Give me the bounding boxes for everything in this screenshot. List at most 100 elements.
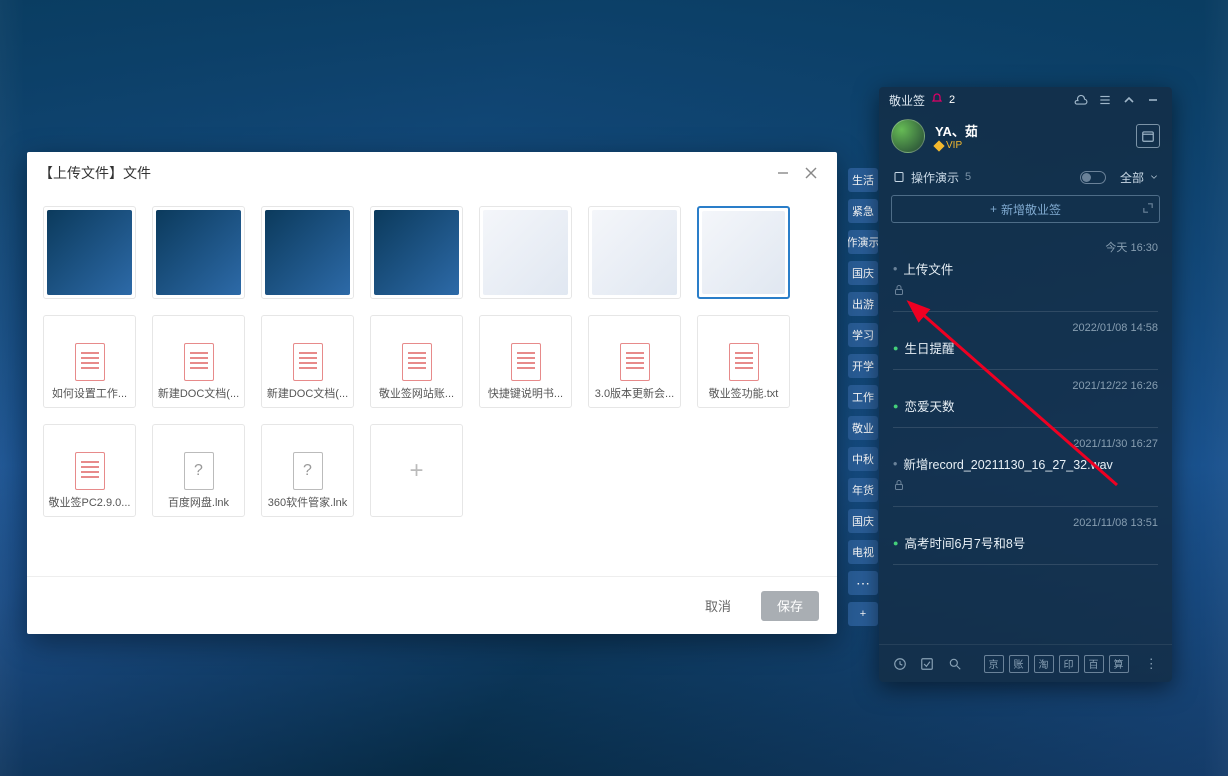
category-tag[interactable]: 年货 <box>848 478 878 502</box>
category-tag[interactable]: 生活 <box>848 168 878 192</box>
file-tile[interactable]: 新建DOC文档(... <box>152 315 245 408</box>
category-tag[interactable]: 国庆 <box>848 261 878 285</box>
document-icon <box>729 343 759 381</box>
footer-shortcut[interactable]: 百 <box>1084 655 1104 673</box>
note-timestamp: 2022/01/08 14:58 <box>893 322 1158 334</box>
file-tile[interactable]: 如何设置工作... <box>43 315 136 408</box>
add-tag-button[interactable]: + <box>848 602 878 626</box>
category-tag[interactable]: 紧急 <box>848 199 878 223</box>
file-tile[interactable]: 3.0版本更新会... <box>588 315 681 408</box>
thumbnail <box>47 210 132 295</box>
clock-icon[interactable] <box>891 654 909 674</box>
add-note-button[interactable]: + 新增敬业签 <box>891 195 1160 223</box>
category-tag[interactable]: 出游 <box>848 292 878 316</box>
file-tile[interactable] <box>479 206 572 299</box>
note-title: ●恋爱天数 <box>893 396 1158 415</box>
thumbnail <box>483 210 568 295</box>
document-icon <box>511 343 541 381</box>
file-tile[interactable] <box>588 206 681 299</box>
note-title: •上传文件 <box>893 259 1158 278</box>
collapse-icon[interactable] <box>1120 91 1138 109</box>
avatar[interactable] <box>891 119 925 153</box>
file-tile[interactable] <box>370 206 463 299</box>
panel-footer: 京账淘印百算 ⋮ <box>879 644 1172 682</box>
document-icon <box>620 343 650 381</box>
category-tag[interactable]: 学习 <box>848 323 878 347</box>
category-tag[interactable]: 开学 <box>848 354 878 378</box>
file-tile[interactable]: 新建DOC文档(... <box>261 315 354 408</box>
dialog-footer: 取消 保存 <box>27 576 837 634</box>
category-tag[interactable]: 国庆 <box>848 509 878 533</box>
file-tile[interactable]: 敬业签网站账... <box>370 315 463 408</box>
thumbnail <box>265 210 350 295</box>
category-tag[interactable]: 电视 <box>848 540 878 564</box>
file-tile[interactable]: 敬业签PC2.9.0... <box>43 424 136 517</box>
document-icon <box>75 343 105 381</box>
menu-icon[interactable] <box>1096 91 1114 109</box>
note-title: ●高考时间6月7号和8号 <box>893 533 1158 552</box>
footer-shortcut[interactable]: 算 <box>1109 655 1129 673</box>
category-tag[interactable]: 中秋 <box>848 447 878 471</box>
thumbnail <box>702 211 785 294</box>
file-tile[interactable]: ?百度网盘.lnk <box>152 424 245 517</box>
thumbnail <box>156 210 241 295</box>
file-name: 3.0版本更新会... <box>593 385 676 401</box>
app-name: 敬业签 <box>889 92 925 109</box>
add-file-button[interactable]: + <box>370 424 463 517</box>
save-button[interactable]: 保存 <box>761 591 819 621</box>
unknown-file-icon: ? <box>184 452 214 490</box>
category-tag[interactable]: 工作 <box>848 385 878 409</box>
file-name: 敬业签功能.txt <box>702 385 785 401</box>
document-icon <box>293 343 323 381</box>
view-toggle[interactable] <box>1080 171 1106 184</box>
panel-minimize-icon[interactable] <box>1144 91 1162 109</box>
file-tile[interactable] <box>152 206 245 299</box>
close-button[interactable] <box>797 159 825 187</box>
filter-label[interactable]: 全部 <box>1120 169 1144 186</box>
note-timestamp: 2021/11/30 16:27 <box>893 438 1158 450</box>
note-timestamp: 2021/12/22 16:26 <box>893 380 1158 392</box>
calendar-icon[interactable] <box>1136 124 1160 148</box>
section-count: 5 <box>965 171 971 183</box>
add-note-label: 新增敬业签 <box>1001 201 1061 218</box>
note-item[interactable]: 2021/12/22 16:26 ●恋爱天数 <box>893 370 1158 428</box>
category-tag[interactable]: 敬业 <box>848 416 878 440</box>
file-name: 敬业签PC2.9.0... <box>48 494 131 510</box>
notification-count: 2 <box>949 94 955 106</box>
section-header: 操作演示 5 全部 <box>879 163 1172 191</box>
category-tag[interactable]: 作演示 <box>848 230 878 254</box>
unknown-file-icon: ? <box>293 452 323 490</box>
check-icon[interactable] <box>919 654 937 674</box>
footer-shortcut[interactable]: 淘 <box>1034 655 1054 673</box>
file-tile[interactable] <box>43 206 136 299</box>
expand-icon[interactable] <box>1143 202 1153 216</box>
file-tile[interactable] <box>261 206 354 299</box>
username: YA、茹 <box>935 121 978 140</box>
footer-shortcut[interactable]: 京 <box>984 655 1004 673</box>
notes-list: 今天 16:30•上传文件2022/01/08 14:58●生日提醒2021/1… <box>879 229 1172 644</box>
file-tile[interactable] <box>697 206 790 299</box>
user-row: YA、茹 VIP <box>879 113 1172 163</box>
note-item[interactable]: 今天 16:30•上传文件 <box>893 229 1158 312</box>
thumbnail <box>374 210 459 295</box>
search-icon[interactable] <box>946 654 964 674</box>
minimize-button[interactable] <box>769 159 797 187</box>
more-icon[interactable]: ⋮ <box>1143 654 1161 674</box>
file-tile[interactable]: 快捷键说明书... <box>479 315 572 408</box>
document-icon <box>402 343 432 381</box>
bell-icon[interactable] <box>931 93 943 108</box>
note-item[interactable]: 2021/11/08 13:51●高考时间6月7号和8号 <box>893 507 1158 565</box>
lock-icon <box>893 284 1158 299</box>
file-name: 如何设置工作... <box>48 385 131 401</box>
cancel-button[interactable]: 取消 <box>689 591 747 621</box>
more-tags-button[interactable]: ⋯ <box>848 571 878 595</box>
footer-shortcut[interactable]: 印 <box>1059 655 1079 673</box>
cloud-sync-icon[interactable] <box>1072 91 1090 109</box>
note-item[interactable]: 2021/11/30 16:27•新增record_20211130_16_27… <box>893 428 1158 507</box>
file-tile[interactable]: ?360软件管家.lnk <box>261 424 354 517</box>
file-tile[interactable]: 敬业签功能.txt <box>697 315 790 408</box>
document-icon <box>75 452 105 490</box>
footer-shortcut[interactable]: 账 <box>1009 655 1029 673</box>
note-item[interactable]: 2022/01/08 14:58●生日提醒 <box>893 312 1158 370</box>
chevron-down-icon <box>1150 173 1158 181</box>
